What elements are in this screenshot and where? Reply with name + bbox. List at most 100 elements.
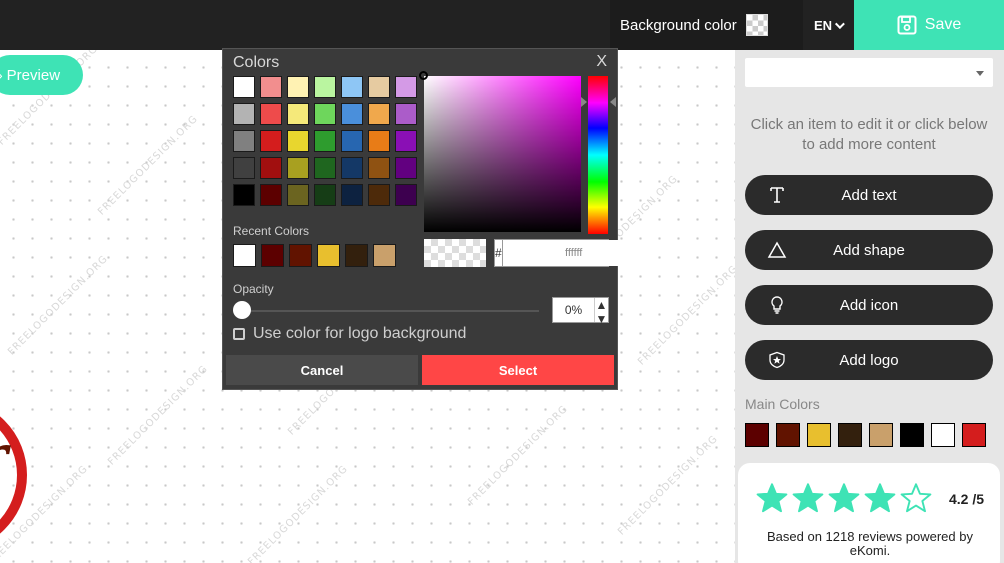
palette-swatch[interactable] bbox=[341, 157, 363, 179]
palette-swatch[interactable] bbox=[233, 157, 255, 179]
star-filled-icon bbox=[756, 483, 788, 513]
chevron-right-icon: › bbox=[0, 67, 3, 83]
star-filled-icon bbox=[828, 483, 860, 513]
palette-swatch[interactable] bbox=[287, 184, 309, 206]
watermark-text: FREELOGODESIGN.ORG bbox=[636, 263, 735, 368]
palette-swatch[interactable] bbox=[233, 76, 255, 98]
palette-swatch[interactable] bbox=[260, 130, 282, 152]
watermark-text: FREELOGODESIGN.ORG bbox=[616, 433, 721, 538]
palette-swatch[interactable] bbox=[233, 184, 255, 206]
opacity-slider-track[interactable] bbox=[241, 310, 539, 312]
star-outline-icon bbox=[900, 483, 932, 513]
recent-color-swatch[interactable] bbox=[345, 244, 368, 267]
palette-swatch[interactable] bbox=[287, 130, 309, 152]
palette-swatch[interactable] bbox=[395, 157, 417, 179]
hue-pointer-right-icon bbox=[610, 97, 616, 107]
shield-star-icon bbox=[767, 350, 787, 370]
add-text-button[interactable]: Add text bbox=[745, 175, 993, 215]
opacity-label: Opacity bbox=[233, 282, 274, 296]
palette-swatch[interactable] bbox=[260, 157, 282, 179]
palette-swatch[interactable] bbox=[314, 184, 336, 206]
main-colors bbox=[745, 423, 986, 447]
recent-color-swatch[interactable] bbox=[317, 244, 340, 267]
main-color-swatch[interactable] bbox=[807, 423, 831, 447]
arrow-down-icon[interactable]: ▼ bbox=[596, 312, 608, 326]
palette-swatch[interactable] bbox=[341, 130, 363, 152]
main-color-swatch[interactable] bbox=[776, 423, 800, 447]
select-button[interactable]: Select bbox=[422, 355, 614, 385]
palette-swatch[interactable] bbox=[260, 184, 282, 206]
palette-swatch[interactable] bbox=[260, 103, 282, 125]
palette-swatch[interactable] bbox=[368, 157, 390, 179]
save-button[interactable]: Save bbox=[854, 0, 1004, 50]
palette-swatch[interactable] bbox=[341, 76, 363, 98]
top-bar: Background color EN Save bbox=[0, 0, 1004, 50]
main-color-swatch[interactable] bbox=[838, 423, 862, 447]
lightbulb-icon bbox=[767, 295, 787, 315]
main-color-swatch[interactable] bbox=[931, 423, 955, 447]
saturation-value-area[interactable] bbox=[419, 71, 581, 232]
hex-hash-label: # bbox=[495, 240, 503, 266]
cancel-button[interactable]: Cancel bbox=[226, 355, 418, 385]
main-color-swatch[interactable] bbox=[869, 423, 893, 447]
add-icon-button[interactable]: Add icon bbox=[745, 285, 993, 325]
language-label: EN bbox=[813, 17, 833, 33]
arrow-up-icon[interactable]: ▲ bbox=[596, 298, 608, 312]
add-logo-button[interactable]: Add logo bbox=[745, 340, 993, 380]
saturation-handle[interactable] bbox=[419, 71, 428, 80]
palette-swatch[interactable] bbox=[287, 103, 309, 125]
palette-swatch[interactable] bbox=[368, 184, 390, 206]
palette-swatch[interactable] bbox=[368, 130, 390, 152]
element-dropdown[interactable] bbox=[745, 58, 993, 87]
palette-swatch[interactable] bbox=[368, 103, 390, 125]
palette-swatch[interactable] bbox=[314, 103, 336, 125]
opacity-stepper[interactable]: 0% ▲ ▼ bbox=[552, 297, 609, 326]
palette-swatch[interactable] bbox=[233, 103, 255, 125]
palette-swatch[interactable] bbox=[395, 76, 417, 98]
main-color-swatch[interactable] bbox=[900, 423, 924, 447]
watermark-text: FREELOGODESIGN.ORG bbox=[6, 253, 111, 358]
palette-swatch[interactable] bbox=[341, 103, 363, 125]
background-color-swatch bbox=[745, 14, 768, 36]
background-color-button[interactable]: Background color bbox=[610, 0, 803, 50]
recent-color-swatch[interactable] bbox=[233, 244, 256, 267]
review-card: 4.2 /5 Based on 1218 reviews powered by … bbox=[738, 463, 1000, 563]
palette-swatch[interactable] bbox=[287, 76, 309, 98]
stepper-arrows[interactable]: ▲ ▼ bbox=[594, 298, 608, 326]
recent-color-swatch[interactable] bbox=[289, 244, 312, 267]
opacity-slider-thumb[interactable] bbox=[233, 301, 251, 319]
chevron-down-icon bbox=[834, 18, 845, 29]
main-color-swatch[interactable] bbox=[745, 423, 769, 447]
palette-swatch[interactable] bbox=[287, 157, 309, 179]
rating-stars bbox=[756, 483, 932, 513]
text-icon bbox=[767, 185, 787, 205]
watermark-text: FREELOGODESIGN.ORG bbox=[246, 463, 351, 563]
use-for-background-checkbox[interactable]: Use color for logo background bbox=[233, 325, 466, 343]
language-selector[interactable]: EN bbox=[803, 0, 853, 50]
palette-swatch[interactable] bbox=[341, 184, 363, 206]
palette-swatch[interactable] bbox=[395, 103, 417, 125]
hex-input[interactable] bbox=[502, 240, 645, 266]
watermark-text: FREELOGODESIGN.ORG bbox=[96, 113, 201, 218]
main-color-swatch[interactable] bbox=[962, 423, 986, 447]
color-picker-dialog: Colors X Recent Colors # Opacity 0% ▲ ▼ … bbox=[222, 48, 645, 390]
close-button[interactable]: X bbox=[596, 53, 607, 71]
checkbox-icon[interactable] bbox=[233, 328, 245, 340]
hue-slider[interactable] bbox=[588, 76, 608, 234]
recent-color-swatch[interactable] bbox=[261, 244, 284, 267]
palette-swatch[interactable] bbox=[314, 157, 336, 179]
background-color-label: Background color bbox=[620, 16, 737, 34]
palette-swatch[interactable] bbox=[395, 130, 417, 152]
floppy-disk-icon bbox=[897, 15, 917, 35]
logo-fragment[interactable]: r bbox=[0, 380, 50, 563]
palette-swatch[interactable] bbox=[314, 130, 336, 152]
palette-swatch[interactable] bbox=[233, 130, 255, 152]
recent-color-swatch[interactable] bbox=[373, 244, 396, 267]
palette-swatch[interactable] bbox=[260, 76, 282, 98]
palette-swatch[interactable] bbox=[368, 76, 390, 98]
palette-swatch[interactable] bbox=[314, 76, 336, 98]
palette-swatch[interactable] bbox=[395, 184, 417, 206]
preview-button[interactable]: › Preview bbox=[0, 55, 83, 95]
rating-value: 4.2 /5 bbox=[949, 491, 985, 507]
add-shape-button[interactable]: Add shape bbox=[745, 230, 993, 270]
